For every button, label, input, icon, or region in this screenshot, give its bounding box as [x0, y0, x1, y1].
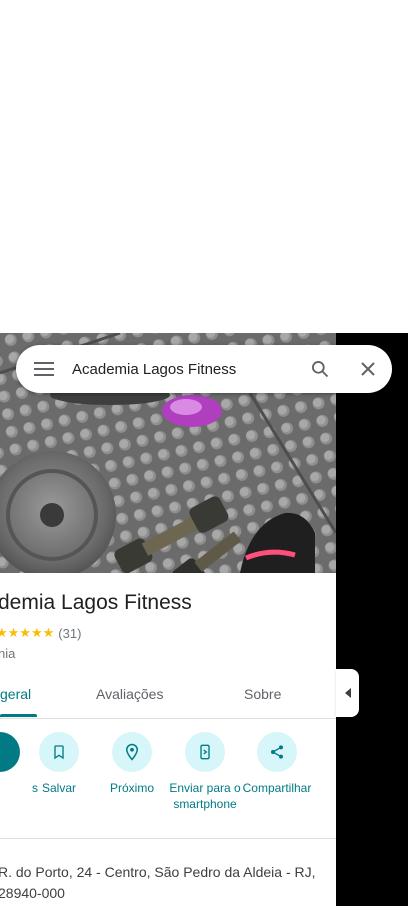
- bookmark-icon: [54, 745, 64, 760]
- divider: [0, 838, 336, 839]
- rating-row[interactable]: ★★★★★ (31): [0, 625, 81, 641]
- active-tab-indicator: [0, 714, 37, 717]
- search-button[interactable]: [296, 345, 344, 393]
- map-area: [336, 333, 408, 906]
- collapse-panel-button[interactable]: [336, 669, 359, 717]
- search-bar[interactable]: Academia Lagos Fitness: [16, 345, 392, 393]
- share-label: Compartilhar: [242, 781, 312, 795]
- rating-count: (31): [58, 625, 82, 641]
- place-category[interactable]: nia: [0, 646, 15, 661]
- send-to-phone-label: Enviar para o smartphone: [169, 781, 241, 811]
- close-icon: [361, 362, 375, 376]
- rating-stars: ★★★★★: [0, 625, 55, 640]
- caret-left-icon: [344, 688, 351, 698]
- tab-about[interactable]: Sobre: [244, 686, 281, 702]
- tab-overview[interactable]: geral: [0, 686, 31, 702]
- nearby-label: Próximo: [109, 781, 154, 795]
- directions-icon: [0, 732, 20, 772]
- nearby-button[interactable]: Próximo: [94, 732, 170, 796]
- menu-icon: [34, 362, 54, 376]
- place-title: demia Lagos Fitness: [0, 591, 192, 614]
- share-button[interactable]: Compartilhar: [239, 732, 315, 796]
- search-icon: [312, 361, 329, 378]
- save-button[interactable]: Salvar: [21, 732, 97, 796]
- address-text[interactable]: R. do Porto, 24 - Centro, São Pedro da A…: [0, 862, 334, 904]
- nearby-icon: [125, 743, 139, 761]
- tab-reviews[interactable]: Avaliações: [96, 686, 163, 702]
- search-input[interactable]: Academia Lagos Fitness: [72, 361, 296, 378]
- place-panel: demia Lagos Fitness ★★★★★ (31) nia geral…: [0, 333, 336, 906]
- send-to-phone-icon: [200, 744, 210, 760]
- save-label: Salvar: [41, 781, 76, 795]
- menu-button[interactable]: [16, 345, 72, 393]
- share-icon: [271, 745, 283, 759]
- tab-bar: geral Avaliações Sobre: [0, 673, 336, 719]
- close-button[interactable]: [344, 345, 392, 393]
- send-to-phone-button[interactable]: Enviar para o smartphone: [167, 732, 243, 812]
